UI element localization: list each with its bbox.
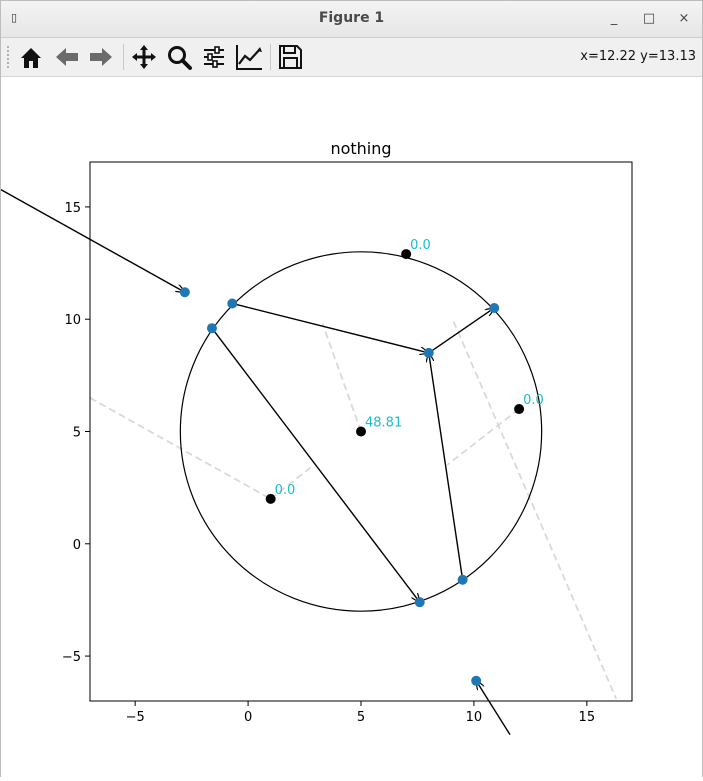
back-button[interactable] [52, 42, 82, 72]
point-label: 0.0 [275, 483, 296, 498]
save-button[interactable] [275, 42, 305, 72]
cursor-coordinates: x=12.22 y=13.13 [580, 49, 696, 64]
pan-button[interactable] [129, 42, 159, 72]
blue-point [179, 287, 190, 298]
arrow [211, 327, 420, 602]
blue-point [206, 323, 217, 334]
zoom-button[interactable] [164, 42, 194, 72]
title-bar: ▯ Figure 1 _ □ × [1, 1, 702, 38]
blue-point [471, 675, 482, 686]
figure-canvas[interactable]: nothing 0.0 0.0 48.81 0.0 −5 0 5 10 15 −5 0 5 10 15 [0, 77, 702, 777]
point-label: 0.0 [410, 238, 431, 253]
dashed-line [446, 408, 520, 466]
x-tick-label: 10 [466, 710, 483, 725]
home-button[interactable] [16, 42, 46, 72]
arrow [476, 681, 511, 736]
arrow [428, 308, 494, 354]
zoom-icon [168, 46, 192, 70]
y-tick-label: 0 [73, 538, 81, 553]
forward-button[interactable] [86, 42, 116, 72]
back-icon [56, 48, 78, 66]
x-tick-label: 15 [579, 710, 596, 725]
forward-icon [90, 48, 112, 66]
blue-point [227, 298, 238, 309]
dashed-line [321, 323, 362, 432]
toolbar-separator [270, 44, 271, 70]
point-label: 48.81 [365, 416, 402, 431]
pan-icon [132, 45, 156, 69]
home-icon [21, 48, 41, 68]
x-tick-label: 0 [244, 710, 252, 725]
toolbar-grip[interactable] [7, 46, 12, 68]
configure-subplots-icon [204, 46, 224, 68]
blue-point [489, 302, 500, 313]
y-tick-label: 15 [64, 201, 81, 216]
toolbar-separator [123, 44, 124, 70]
blue-point [457, 574, 468, 585]
blue-point [423, 347, 434, 358]
dashed-line [90, 397, 272, 500]
configure-subplots-button[interactable] [199, 42, 229, 72]
dashed-line [452, 321, 618, 700]
edit-axes-icon [236, 45, 262, 70]
arrow [0, 188, 185, 292]
edit-axes-button[interactable] [234, 42, 264, 72]
x-tick-label: 5 [357, 710, 365, 725]
y-tick-label: −5 [62, 650, 81, 665]
blue-point [414, 597, 425, 608]
plot-svg[interactable]: nothing 0.0 0.0 48.81 0.0 −5 0 5 10 15 −5 0 5 10 15 [0, 77, 702, 777]
window-title: Figure 1 [318, 10, 385, 26]
close-button[interactable]: × [675, 10, 693, 28]
minimize-button[interactable]: _ [605, 10, 623, 28]
chart-title: nothing [330, 139, 391, 158]
y-tick-label: 5 [73, 426, 81, 441]
y-tick-label: 10 [64, 313, 81, 328]
figure-window: ▯ Figure 1 _ □ × x=12.22 y=13.13 nothing… [0, 0, 703, 777]
navigation-toolbar: x=12.22 y=13.13 [1, 38, 702, 77]
x-tick-label: −5 [126, 710, 145, 725]
point-label: 0.0 [523, 393, 544, 408]
maximize-button[interactable]: □ [640, 10, 658, 28]
save-icon [279, 45, 302, 69]
arrow [429, 353, 464, 580]
